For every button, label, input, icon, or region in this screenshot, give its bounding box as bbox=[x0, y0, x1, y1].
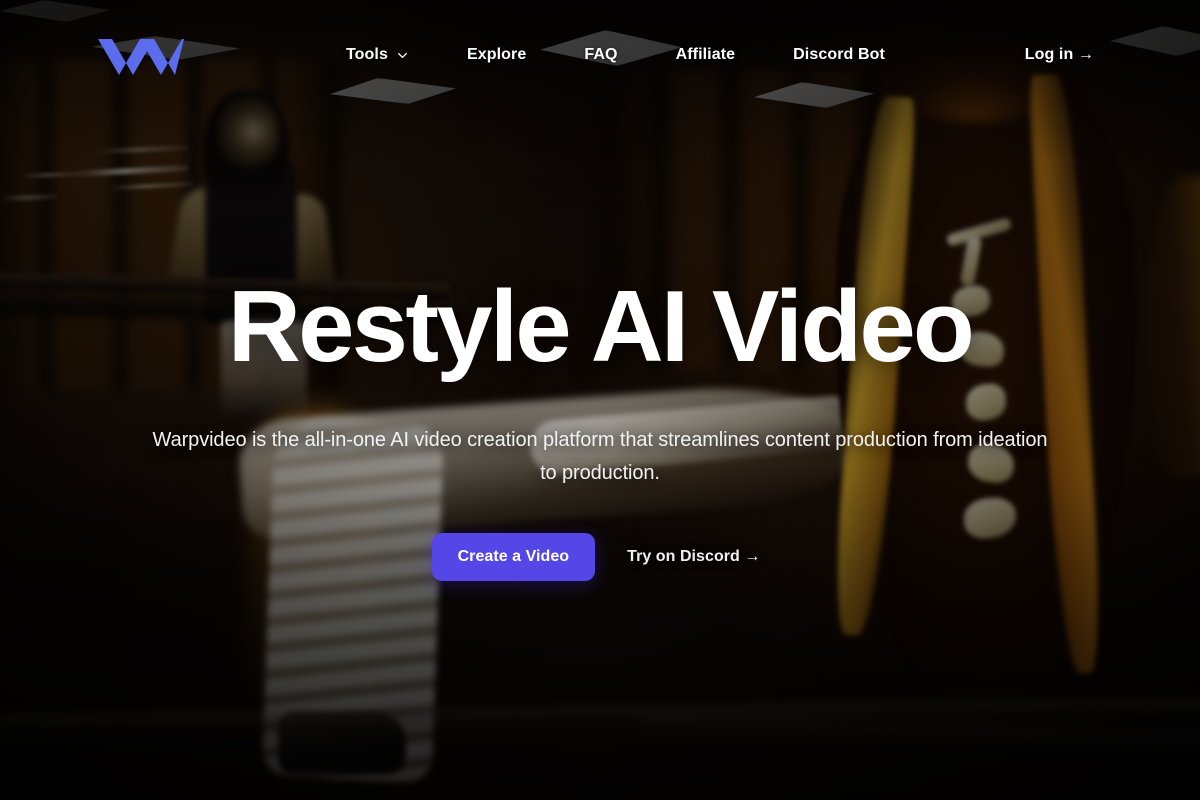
site-header: Tools Explore FAQ Affiliate Discord Bot … bbox=[0, 0, 1200, 110]
landing-page: Tools Explore FAQ Affiliate Discord Bot … bbox=[0, 0, 1200, 800]
create-a-video-button[interactable]: Create a Video bbox=[431, 532, 596, 581]
login-link[interactable]: Log in → bbox=[1021, 36, 1098, 74]
nav-item-label: Affiliate bbox=[675, 46, 736, 63]
nav-item-label: Discord Bot bbox=[793, 46, 885, 63]
hero-subtitle: Warpvideo is the all-in-one AI video cre… bbox=[152, 429, 1048, 484]
nav-item-label: Explore bbox=[466, 46, 527, 63]
nav-item-label: FAQ bbox=[584, 46, 618, 63]
try-on-discord-button[interactable]: Try on Discord → bbox=[619, 533, 768, 581]
nav-item-label: Tools bbox=[346, 46, 388, 63]
chevron-down-icon bbox=[398, 52, 407, 58]
nav-item-affiliate[interactable]: Affiliate bbox=[676, 36, 736, 74]
nav-item-discord-bot[interactable]: Discord Bot bbox=[793, 36, 885, 74]
main-navigation: Tools Explore FAQ Affiliate Discord Bot bbox=[188, 36, 1021, 74]
hero-section: Restyle AI Video Warpvideo is the all-in… bbox=[0, 0, 1200, 800]
page-title: Restyle AI Video bbox=[227, 271, 975, 384]
hero-cta-row: Create a Video Try on Discord → bbox=[431, 532, 769, 581]
warpvideo-w-logo-icon bbox=[98, 39, 184, 75]
nav-item-faq[interactable]: FAQ bbox=[584, 36, 617, 74]
nav-item-tools[interactable]: Tools bbox=[346, 36, 409, 74]
warpvideo-logo[interactable] bbox=[96, 32, 188, 78]
nav-item-explore[interactable]: Explore bbox=[467, 36, 526, 74]
